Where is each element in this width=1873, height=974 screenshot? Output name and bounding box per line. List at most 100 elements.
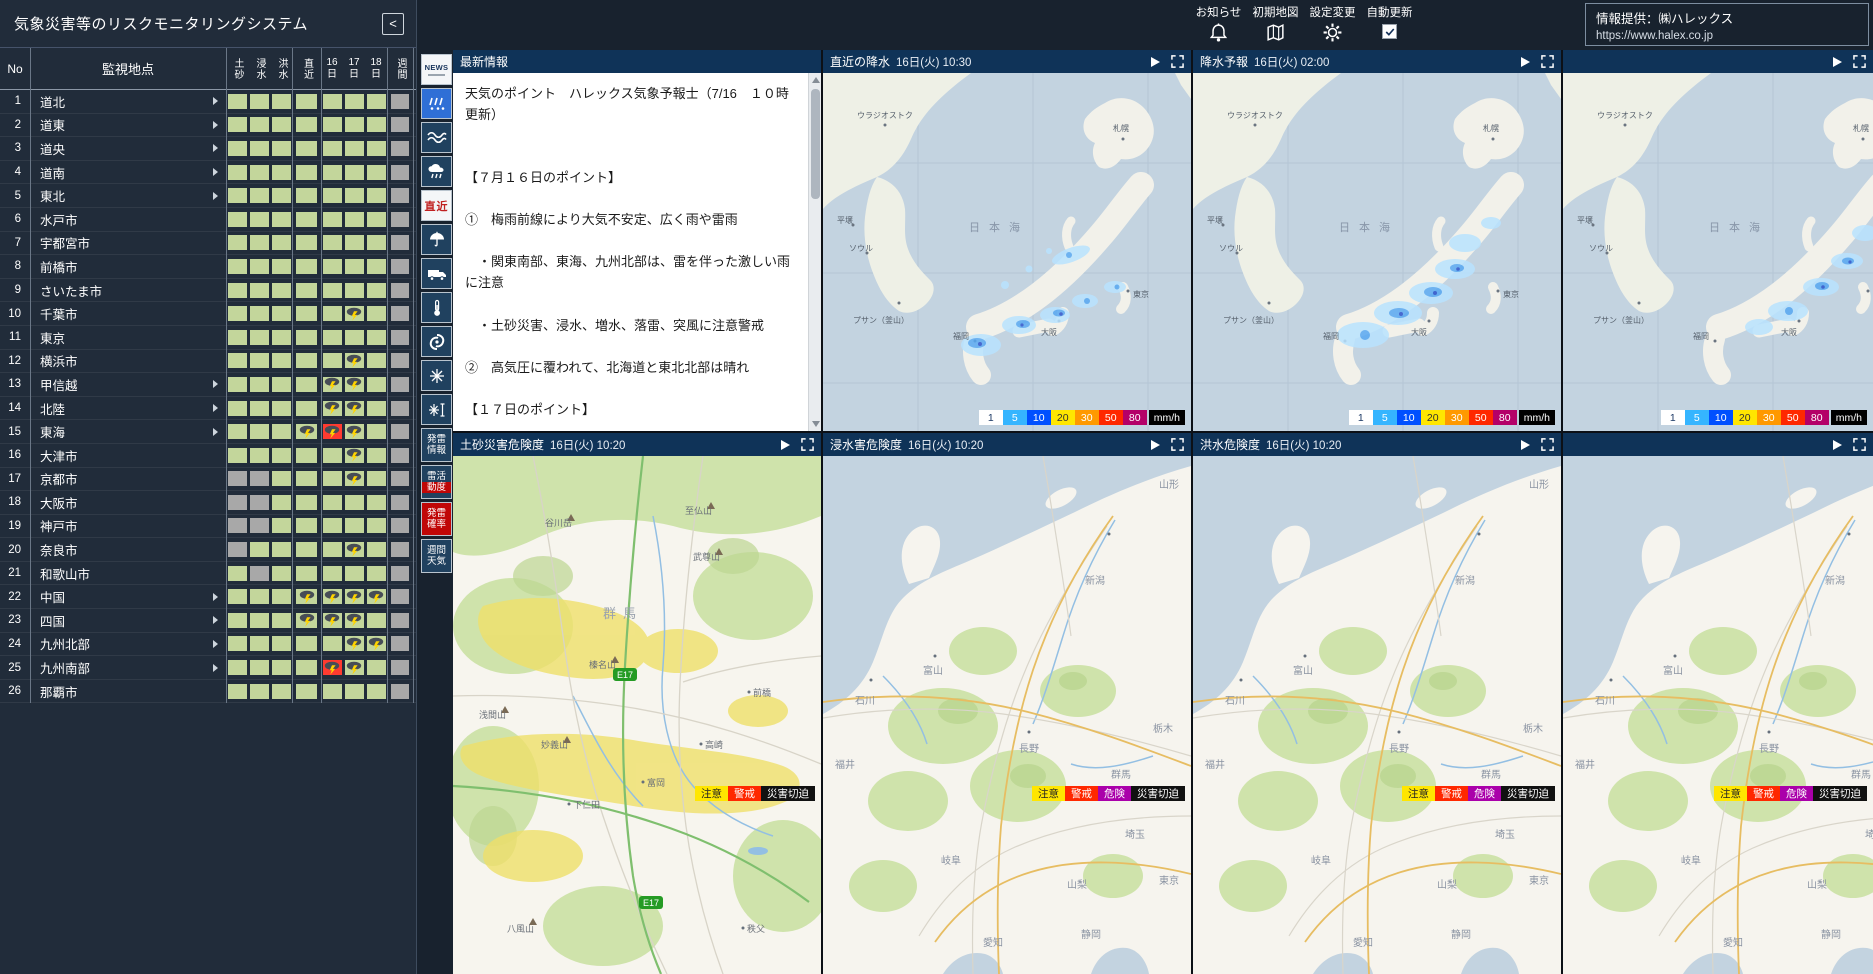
risk-cell-day16[interactable] xyxy=(323,377,342,392)
risk-cell-landslide[interactable] xyxy=(228,566,247,581)
risk-cell-day16[interactable] xyxy=(323,94,342,109)
recent-layer-button[interactable]: 直近 xyxy=(421,190,452,221)
risk-cell-day18[interactable] xyxy=(367,353,386,368)
risk-cell-day18[interactable] xyxy=(367,259,386,274)
risk-cell-landslide[interactable] xyxy=(228,188,247,203)
risk-cell-flood[interactable] xyxy=(272,448,291,463)
risk-cell-inundation[interactable] xyxy=(250,353,269,368)
risk-cell-inundation[interactable] xyxy=(250,283,269,298)
risk-cell-inundation[interactable] xyxy=(250,471,269,486)
risk-cell-week[interactable] xyxy=(391,613,409,628)
risk-cell-inundation[interactable] xyxy=(250,613,269,628)
precipitation-forecast-map[interactable]: 151020305080 mm/h xyxy=(1193,73,1561,431)
risk-cell-landslide[interactable] xyxy=(228,613,247,628)
checkbox-checked-icon[interactable] xyxy=(1382,24,1397,39)
risk-cell-flood[interactable] xyxy=(272,377,291,392)
risk-cell-day18[interactable] xyxy=(367,330,386,345)
risk-cell-week[interactable] xyxy=(391,235,409,250)
expand-arrow-icon[interactable] xyxy=(213,168,218,176)
risk-cell-day17[interactable] xyxy=(345,424,364,439)
risk-cell-day17[interactable] xyxy=(345,330,364,345)
snow-layer-button[interactable] xyxy=(421,360,452,391)
monitoring-row[interactable]: 22 中国 xyxy=(0,585,416,609)
expand-arrow-icon[interactable] xyxy=(213,121,218,129)
risk-cell-recent[interactable] xyxy=(296,660,317,675)
monitoring-row[interactable]: 1 道北 xyxy=(0,90,416,114)
risk-cell-week[interactable] xyxy=(391,471,409,486)
extra-risk-map[interactable]: 注意警戒危険災害切迫 xyxy=(1563,456,1873,974)
fullscreen-button[interactable] xyxy=(1541,55,1554,68)
monitoring-row[interactable]: 26 那覇市 xyxy=(0,680,416,704)
risk-cell-recent[interactable] xyxy=(296,448,317,463)
play-button[interactable] xyxy=(1833,440,1842,450)
risk-cell-week[interactable] xyxy=(391,188,409,203)
risk-cell-day18[interactable] xyxy=(367,589,386,604)
risk-cell-day17[interactable] xyxy=(345,448,364,463)
risk-cell-inundation[interactable] xyxy=(250,448,269,463)
risk-cell-day18[interactable] xyxy=(367,518,386,533)
risk-cell-day16[interactable] xyxy=(323,188,342,203)
risk-cell-week[interactable] xyxy=(391,448,409,463)
landslide-risk-map[interactable]: 注意警戒災害切迫 xyxy=(453,456,821,974)
scroll-down-arrow-icon[interactable] xyxy=(812,421,820,427)
risk-cell-landslide[interactable] xyxy=(228,518,247,533)
risk-cell-inundation[interactable] xyxy=(250,117,269,132)
risk-cell-flood[interactable] xyxy=(272,283,291,298)
risk-cell-flood[interactable] xyxy=(272,471,291,486)
risk-cell-day16[interactable] xyxy=(323,165,342,180)
risk-cell-inundation[interactable] xyxy=(250,684,269,699)
risk-cell-day18[interactable] xyxy=(367,117,386,132)
risk-cell-inundation[interactable] xyxy=(250,141,269,156)
risk-cell-inundation[interactable] xyxy=(250,495,269,510)
risk-cell-day16[interactable] xyxy=(323,353,342,368)
monitoring-row[interactable]: 12 横浜市 xyxy=(0,350,416,374)
typhoon-layer-button[interactable] xyxy=(421,326,452,357)
risk-cell-day18[interactable] xyxy=(367,94,386,109)
risk-cell-day17[interactable] xyxy=(345,542,364,557)
risk-cell-recent[interactable] xyxy=(296,424,317,439)
risk-cell-landslide[interactable] xyxy=(228,542,247,557)
risk-cell-inundation[interactable] xyxy=(250,589,269,604)
risk-cell-week[interactable] xyxy=(391,684,409,699)
risk-cell-flood[interactable] xyxy=(272,542,291,557)
risk-cell-day17[interactable] xyxy=(345,589,364,604)
risk-cell-recent[interactable] xyxy=(296,235,317,250)
risk-cell-landslide[interactable] xyxy=(228,471,247,486)
risk-cell-week[interactable] xyxy=(391,283,409,298)
extra-precipitation-map[interactable]: 151020305080 mm/h xyxy=(1563,73,1873,431)
risk-cell-landslide[interactable] xyxy=(228,141,247,156)
monitoring-row[interactable]: 3 道央 xyxy=(0,137,416,161)
risk-cell-flood[interactable] xyxy=(272,259,291,274)
notice-button[interactable]: お知らせ xyxy=(1190,4,1247,43)
risk-cell-day17[interactable] xyxy=(345,259,364,274)
risk-cell-day18[interactable] xyxy=(367,660,386,675)
risk-cell-inundation[interactable] xyxy=(250,636,269,651)
risk-cell-flood[interactable] xyxy=(272,424,291,439)
risk-cell-inundation[interactable] xyxy=(250,212,269,227)
risk-cell-landslide[interactable] xyxy=(228,401,247,416)
risk-cell-flood[interactable] xyxy=(272,636,291,651)
settings-button[interactable]: 設定変更 xyxy=(1304,4,1361,43)
risk-cell-day18[interactable] xyxy=(367,212,386,227)
risk-cell-day17[interactable] xyxy=(345,212,364,227)
risk-cell-day16[interactable] xyxy=(323,518,342,533)
risk-cell-day17[interactable] xyxy=(345,94,364,109)
risk-cell-landslide[interactable] xyxy=(228,589,247,604)
risk-cell-day17[interactable] xyxy=(345,377,364,392)
risk-cell-day17[interactable] xyxy=(345,353,364,368)
risk-cell-day18[interactable] xyxy=(367,188,386,203)
wave-layer-button[interactable] xyxy=(421,122,452,153)
risk-cell-day16[interactable] xyxy=(323,212,342,227)
risk-cell-landslide[interactable] xyxy=(228,330,247,345)
expand-arrow-icon[interactable] xyxy=(213,593,218,601)
risk-cell-recent[interactable] xyxy=(296,353,317,368)
risk-cell-recent[interactable] xyxy=(296,589,317,604)
risk-cell-day16[interactable] xyxy=(323,471,342,486)
risk-cell-week[interactable] xyxy=(391,518,409,533)
fullscreen-button[interactable] xyxy=(1171,55,1184,68)
risk-cell-recent[interactable] xyxy=(296,542,317,557)
expand-arrow-icon[interactable] xyxy=(213,97,218,105)
risk-cell-week[interactable] xyxy=(391,353,409,368)
risk-cell-week[interactable] xyxy=(391,495,409,510)
risk-cell-day16[interactable] xyxy=(323,306,342,321)
